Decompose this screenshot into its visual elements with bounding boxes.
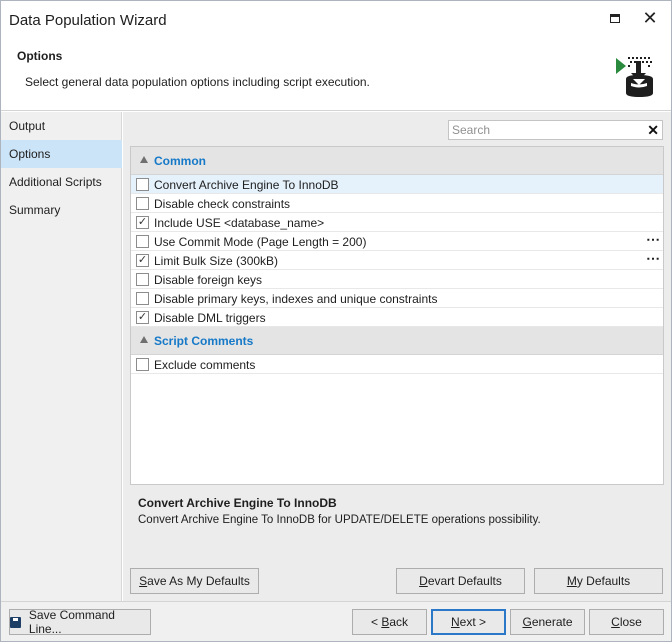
page-header: Options Select general data population o… — [1, 41, 671, 111]
my-defaults-button[interactable]: My Defaults — [534, 568, 663, 594]
sidebar-item-additional-scripts[interactable]: Additional Scripts — [1, 168, 122, 196]
group-header-script-comments[interactable]: Script Comments — [131, 327, 663, 355]
title-bar: Data Population Wizard ✕ — [1, 1, 671, 41]
generate-button[interactable]: Generate — [510, 609, 585, 635]
more-options-icon[interactable]: ⋯ — [646, 251, 660, 265]
button-label: Save Command Line... — [28, 608, 115, 636]
close-button[interactable]: Close — [589, 609, 664, 635]
devart-defaults-button[interactable]: Devart Defaults — [396, 568, 525, 594]
collapse-arrow-icon[interactable] — [140, 156, 148, 163]
floppy-disk-icon — [10, 616, 21, 628]
group-label: Common — [154, 154, 206, 168]
button-label: Generate — [522, 615, 573, 629]
save-as-my-defaults-button[interactable]: Save As My Defaults — [130, 568, 259, 594]
button-label: My Defaults — [566, 574, 631, 588]
save-command-line-button[interactable]: Save Command Line... — [9, 608, 151, 636]
close-icon: ✕ — [642, 7, 658, 28]
option-row-disable-dml-triggers[interactable]: ✓ Disable DML triggers — [131, 308, 663, 327]
next-button[interactable]: Next > — [431, 609, 506, 635]
clear-search-icon[interactable]: ✕ — [647, 121, 659, 139]
button-label: Next > — [450, 615, 487, 629]
collapse-arrow-icon[interactable] — [140, 336, 148, 343]
maximize-button[interactable] — [602, 7, 628, 29]
option-description-title: Convert Archive Engine To InnoDB — [138, 496, 337, 510]
option-checkbox[interactable] — [136, 197, 149, 210]
database-import-icon — [616, 57, 653, 97]
search-box[interactable]: ✕ — [448, 120, 663, 140]
option-row-limit-bulk-size[interactable]: ✓ Limit Bulk Size (300kB) ⋯ — [131, 251, 663, 270]
page-description: Select general data population options i… — [25, 75, 370, 89]
option-label: Disable foreign keys — [154, 273, 263, 287]
group-header-common[interactable]: Common — [131, 147, 663, 175]
option-label: Limit Bulk Size (300kB) — [154, 254, 279, 268]
button-label: Close — [611, 615, 642, 629]
option-row-disable-primary-keys[interactable]: Disable primary keys, indexes and unique… — [131, 289, 663, 308]
maximize-icon — [610, 13, 620, 23]
page-title: Options — [17, 49, 63, 63]
more-options-icon[interactable]: ⋯ — [646, 232, 660, 246]
option-row-disable-foreign-keys[interactable]: Disable foreign keys — [131, 270, 663, 289]
option-row-use-commit-mode[interactable]: Use Commit Mode (Page Length = 200) ⋯ — [131, 232, 663, 251]
options-grid: Common Convert Archive Engine To InnoDB … — [130, 146, 664, 485]
button-label: < Back — [370, 615, 409, 629]
search-input[interactable] — [452, 122, 642, 138]
option-label: Disable DML triggers — [154, 311, 266, 325]
option-row-convert-archive-engine[interactable]: Convert Archive Engine To InnoDB — [131, 175, 663, 194]
wizard-steps-sidebar: Output Options Additional Scripts Summar… — [1, 112, 122, 601]
close-window-button[interactable]: ✕ — [637, 7, 663, 29]
option-description-text: Convert Archive Engine To InnoDB for UPD… — [138, 514, 541, 526]
option-label: Convert Archive Engine To InnoDB — [154, 178, 339, 192]
option-checkbox[interactable] — [136, 178, 149, 191]
option-row-exclude-comments[interactable]: Exclude comments — [131, 355, 663, 374]
option-checkbox[interactable]: ✓ — [136, 311, 149, 324]
option-row-include-use[interactable]: ✓ Include USE <database_name> — [131, 213, 663, 232]
option-checkbox[interactable]: ✓ — [136, 254, 149, 267]
window-title: Data Population Wizard — [9, 12, 167, 29]
group-label: Script Comments — [154, 334, 254, 348]
option-label: Disable check constraints — [154, 197, 291, 211]
sidebar-item-options[interactable]: Options — [1, 140, 122, 168]
option-checkbox[interactable]: ✓ — [136, 216, 149, 229]
wizard-window: Data Population Wizard ✕ Options Select … — [0, 0, 672, 642]
option-checkbox[interactable] — [136, 235, 149, 248]
option-row-disable-check-constraints[interactable]: Disable check constraints — [131, 194, 663, 213]
option-checkbox[interactable] — [136, 273, 149, 286]
option-label: Include USE <database_name> — [154, 216, 325, 230]
option-label: Exclude comments — [154, 358, 256, 372]
option-checkbox[interactable] — [136, 358, 149, 371]
button-label: Save As My Defaults — [139, 574, 250, 588]
option-label: Use Commit Mode (Page Length = 200) — [154, 235, 367, 249]
back-button[interactable]: < Back — [352, 609, 427, 635]
option-checkbox[interactable] — [136, 292, 149, 305]
sidebar-item-output[interactable]: Output — [1, 112, 122, 140]
button-label: Devart Defaults — [419, 574, 502, 588]
sidebar-item-summary[interactable]: Summary — [1, 196, 122, 224]
option-label: Disable primary keys, indexes and unique… — [154, 292, 438, 306]
